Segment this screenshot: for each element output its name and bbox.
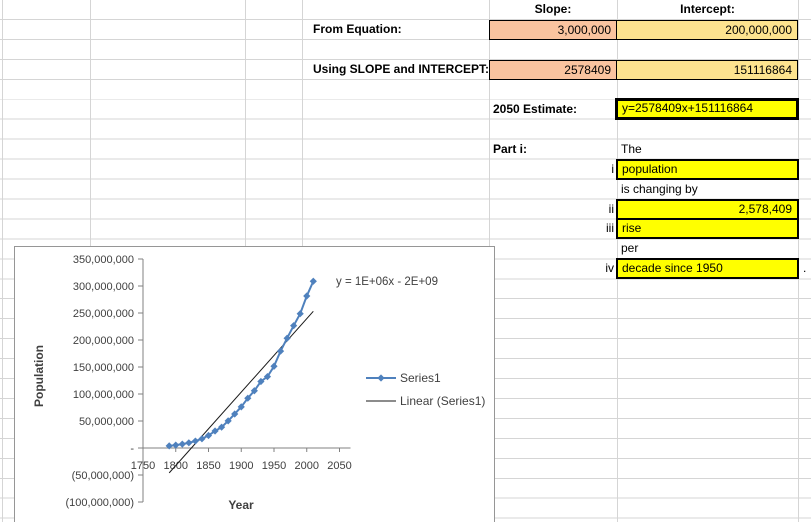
cell-blank-iv-number[interactable]: iv bbox=[489, 259, 617, 279]
data-point-marker[interactable] bbox=[179, 440, 186, 447]
data-point-marker[interactable] bbox=[297, 310, 304, 317]
cell-part-i-label[interactable]: Part i: bbox=[489, 140, 617, 160]
y-tick-label: 250,000,000 bbox=[73, 308, 134, 320]
y-tick-label: 100,000,000 bbox=[73, 389, 134, 401]
cell-part-i-mid2[interactable]: per bbox=[617, 239, 798, 259]
x-tick-label: 1950 bbox=[262, 460, 286, 472]
cell-blank-ii-value[interactable]: 2,578,409 bbox=[616, 199, 799, 220]
y-axis-title: Population bbox=[32, 345, 46, 407]
cell-part-i-mid1[interactable]: is changing by bbox=[617, 180, 798, 200]
x-tick-label: 1850 bbox=[196, 460, 220, 472]
cell-slope-header[interactable]: Slope: bbox=[489, 0, 617, 20]
data-point-marker[interactable] bbox=[290, 322, 297, 329]
y-tick-label: 50,000,000 bbox=[79, 416, 134, 428]
population-chart[interactable]: 350,000,000 300,000,000 250,000,000 200,000… bbox=[14, 246, 495, 522]
data-point-marker[interactable] bbox=[198, 435, 205, 442]
cell-intercept-header[interactable]: Intercept: bbox=[617, 0, 798, 20]
trendline-equation-label[interactable]: y = 1E+06x - 2E+09 bbox=[336, 276, 438, 288]
data-point-marker[interactable] bbox=[277, 348, 284, 355]
x-tick-label: 1750 bbox=[131, 460, 155, 472]
y-tick-label: 150,000,000 bbox=[73, 362, 134, 374]
y-tick-label: 200,000,000 bbox=[73, 335, 134, 347]
cell-blank-iii-value[interactable]: rise bbox=[616, 218, 799, 239]
cell-blank-i-number[interactable]: i bbox=[489, 160, 617, 180]
data-point-marker[interactable] bbox=[284, 335, 291, 342]
cell-using-functions-slope[interactable]: 2578409 bbox=[489, 60, 617, 80]
data-point-marker[interactable] bbox=[192, 437, 199, 444]
legend-series1-label[interactable]: Series1 bbox=[400, 371, 441, 385]
cell-from-equation-slope[interactable]: 3,000,000 bbox=[489, 20, 617, 40]
cell-2050-estimate-value[interactable]: y=2578409x+151116864 bbox=[615, 98, 799, 120]
y-tick-label: (100,000,000) bbox=[66, 497, 135, 509]
series1-line[interactable] bbox=[169, 281, 313, 446]
cell-blank-ii-number[interactable]: ii bbox=[489, 200, 617, 220]
legend-linear-label[interactable]: Linear (Series1) bbox=[400, 394, 485, 408]
cell-using-functions-label[interactable]: Using SLOPE and INTERCEPT: bbox=[309, 60, 489, 80]
legend-series1-marker bbox=[377, 374, 384, 381]
cell-part-i-intro[interactable]: The bbox=[617, 140, 798, 160]
x-axis-title: Year bbox=[228, 498, 254, 512]
x-tick-label: 2000 bbox=[295, 460, 319, 472]
x-tick-label: 2050 bbox=[327, 460, 351, 472]
cell-from-equation-label[interactable]: From Equation: bbox=[309, 20, 489, 40]
cell-blank-iii-number[interactable]: iii bbox=[489, 219, 617, 239]
cell-blank-i-value[interactable]: population bbox=[616, 159, 799, 180]
data-point-marker[interactable] bbox=[310, 278, 317, 285]
cell-2050-estimate-label[interactable]: 2050 Estimate: bbox=[489, 100, 617, 120]
y-tick-label: - bbox=[130, 443, 134, 455]
spreadsheet: { "sheet": { "col_headers": { "slope": "… bbox=[0, 0, 811, 522]
column-gridline bbox=[2, 0, 3, 522]
chart-canvas: 350,000,000 300,000,000 250,000,000 200,000… bbox=[15, 247, 494, 522]
cell-blank-iv-value[interactable]: decade since 1950 bbox=[616, 258, 799, 279]
data-point-marker[interactable] bbox=[185, 439, 192, 446]
data-point-marker[interactable] bbox=[303, 292, 310, 299]
cell-using-functions-intercept[interactable]: 151116864 bbox=[616, 60, 798, 80]
y-tick-label: (50,000,000) bbox=[72, 470, 134, 482]
cell-period[interactable]: . bbox=[799, 259, 811, 279]
cell-from-equation-intercept[interactable]: 200,000,000 bbox=[616, 20, 798, 40]
x-tick-label: 1900 bbox=[229, 460, 253, 472]
y-tick-label: 350,000,000 bbox=[73, 254, 134, 266]
y-tick-label: 300,000,000 bbox=[73, 281, 134, 293]
